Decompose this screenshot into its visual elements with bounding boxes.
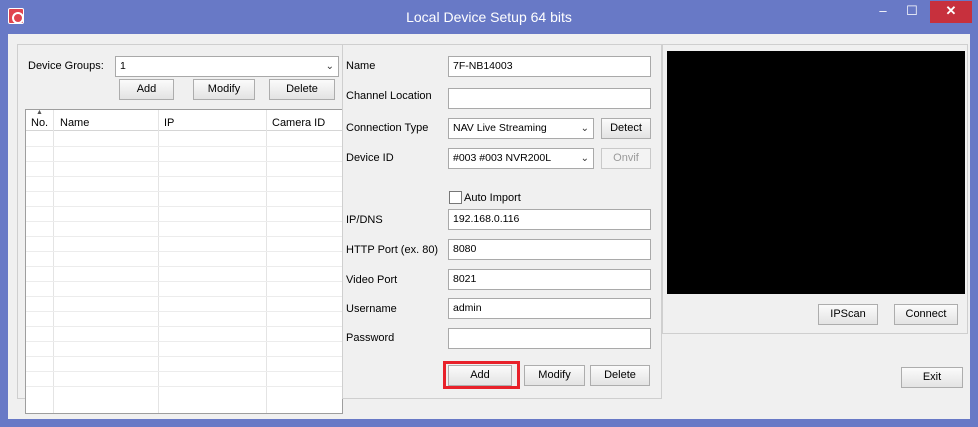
table-row — [26, 176, 342, 177]
ip-dns-field[interactable]: 192.168.0.116 — [448, 209, 651, 230]
table-row — [26, 266, 342, 267]
chevron-down-icon: ⌄ — [580, 153, 589, 164]
password-field[interactable] — [448, 328, 651, 349]
chevron-down-icon: ⌄ — [580, 123, 589, 134]
table-row — [26, 236, 342, 237]
device-id-value: #003 #003 NVR200L — [453, 152, 552, 164]
highlight-box — [443, 361, 520, 389]
group-add-button[interactable]: Add — [119, 79, 174, 100]
auto-import-checkbox[interactable] — [449, 191, 462, 204]
device-groups-select[interactable]: 1 ⌄ — [115, 56, 339, 77]
device-table[interactable]: ▲ No. Name IP Camera ID — [25, 109, 343, 414]
column-divider — [53, 110, 54, 413]
close-icon[interactable]: ✕ — [930, 1, 972, 23]
sort-ascending-icon: ▲ — [36, 109, 43, 116]
column-header-camera-id[interactable]: Camera ID — [272, 117, 325, 129]
table-row — [26, 296, 342, 297]
column-header-ip[interactable]: IP — [164, 117, 174, 129]
device-groups-value: 1 — [120, 60, 126, 72]
ipscan-button[interactable]: IPScan — [818, 304, 878, 325]
device-table-header: ▲ No. Name IP Camera ID — [26, 109, 342, 131]
connect-button[interactable]: Connect — [894, 304, 958, 325]
name-field[interactable]: 7F-NB14003 — [448, 56, 651, 77]
table-row — [26, 386, 342, 387]
table-row — [26, 221, 342, 222]
video-preview — [667, 51, 965, 294]
table-row — [26, 146, 342, 147]
http-port-label: HTTP Port (ex. 80) — [346, 244, 439, 256]
device-id-select[interactable]: #003 #003 NVR200L ⌄ — [448, 148, 594, 169]
ip-dns-label: IP/DNS — [346, 214, 383, 226]
connection-type-label: Connection Type — [346, 122, 429, 134]
window-title: Local Device Setup 64 bits — [406, 9, 572, 25]
onvif-button[interactable]: Onvif — [601, 148, 651, 169]
exit-button[interactable]: Exit — [901, 367, 963, 388]
auto-import-label: Auto Import — [464, 192, 521, 204]
device-delete-button[interactable]: Delete — [590, 365, 650, 386]
video-port-field[interactable]: 8021 — [448, 269, 651, 290]
minimize-icon[interactable]: – — [869, 1, 897, 23]
app-window: Local Device Setup 64 bits – ☐ ✕ Device … — [0, 0, 978, 427]
channel-location-field[interactable] — [448, 88, 651, 109]
password-label: Password — [346, 332, 395, 344]
table-row — [26, 311, 342, 312]
username-field[interactable]: admin — [448, 298, 651, 319]
table-row — [26, 281, 342, 282]
detect-button[interactable]: Detect — [601, 118, 651, 139]
group-delete-button[interactable]: Delete — [269, 79, 335, 100]
table-row — [26, 161, 342, 162]
table-row — [26, 251, 342, 252]
table-row — [26, 371, 342, 372]
video-port-label: Video Port — [346, 274, 398, 286]
username-label: Username — [346, 303, 397, 315]
device-groups-label: Device Groups: — [28, 60, 104, 72]
name-label: Name — [346, 60, 376, 72]
channel-location-label: Channel Location — [346, 90, 432, 102]
column-header-no[interactable]: No. — [31, 117, 48, 129]
maximize-icon[interactable]: ☐ — [898, 1, 926, 23]
table-row — [26, 356, 342, 357]
http-port-field[interactable]: 8080 — [448, 239, 651, 260]
table-row — [26, 206, 342, 207]
device-id-label: Device ID — [346, 152, 394, 164]
connection-type-value: NAV Live Streaming — [453, 122, 547, 134]
column-header-name[interactable]: Name — [60, 117, 89, 129]
table-row — [26, 326, 342, 327]
column-divider — [266, 110, 267, 413]
chevron-down-icon: ⌄ — [325, 61, 334, 72]
device-modify-button[interactable]: Modify — [524, 365, 585, 386]
table-row — [26, 191, 342, 192]
title-bar[interactable]: Local Device Setup 64 bits – ☐ ✕ — [0, 0, 978, 34]
connection-type-select[interactable]: NAV Live Streaming ⌄ — [448, 118, 594, 139]
column-divider — [158, 110, 159, 413]
table-row — [26, 341, 342, 342]
group-modify-button[interactable]: Modify — [193, 79, 255, 100]
